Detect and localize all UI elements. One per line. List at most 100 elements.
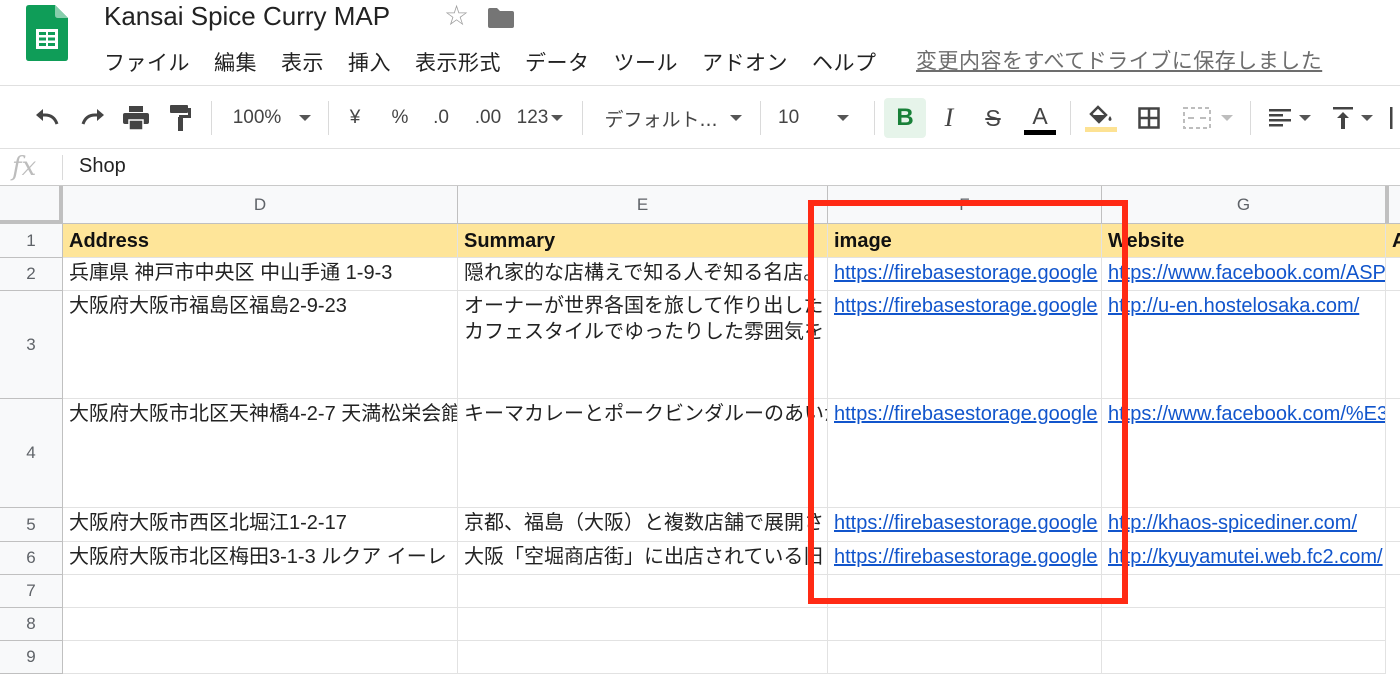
increase-decimal-label: .00 [474, 107, 502, 128]
text-color-swatch [1024, 130, 1056, 135]
website-link[interactable]: http://khaos-spicediner.com/ [1102, 508, 1386, 542]
image-url-link[interactable]: https://firebasestorage.google [828, 399, 1102, 508]
font-size-select[interactable]: 10 [778, 87, 864, 149]
empty-cell[interactable] [1386, 508, 1400, 542]
formula-input[interactable]: Shop [79, 155, 126, 178]
empty-cell[interactable] [458, 641, 828, 674]
menu-file[interactable]: ファイル [104, 47, 190, 77]
empty-cell[interactable] [1102, 608, 1386, 641]
website-link[interactable]: http://kyuyamutei.web.fc2.com/ [1102, 542, 1386, 575]
empty-cell[interactable] [63, 641, 458, 674]
zoom-select[interactable]: 100% [226, 87, 318, 149]
empty-cell[interactable] [63, 575, 458, 608]
header-cell-next[interactable]: A [1386, 224, 1400, 258]
empty-cell[interactable] [1102, 575, 1386, 608]
folder-icon[interactable] [488, 8, 514, 28]
header-cell-website[interactable]: Website [1102, 224, 1386, 258]
text-color-label: A [1032, 103, 1048, 129]
empty-cell[interactable] [828, 575, 1102, 608]
image-url-link[interactable]: https://firebasestorage.google [828, 542, 1102, 575]
menu-insert[interactable]: 挿入 [348, 47, 391, 77]
summary-cell[interactable]: オーナーが世界各国を旅して作り出した カフェスタイルでゆったりした雰囲気を [458, 291, 828, 399]
currency-format-button[interactable]: ¥ [342, 87, 368, 149]
row-header[interactable]: 3 [0, 291, 63, 399]
bold-button[interactable]: B [884, 98, 926, 138]
fill-color-button[interactable] [1082, 87, 1120, 149]
formula-bar: fx Shop [0, 149, 1400, 186]
empty-cell[interactable] [458, 575, 828, 608]
row-header[interactable]: 4 [0, 399, 63, 508]
number-format-select[interactable]: 123 [514, 87, 566, 149]
column-header-h[interactable] [1386, 186, 1400, 224]
vertical-align-icon[interactable] [1328, 87, 1378, 149]
address-cell[interactable]: 兵庫県 神戸市中央区 中山手通 1-9-3 [63, 258, 458, 291]
select-all-corner[interactable] [0, 186, 63, 224]
summary-cell[interactable]: 隠れ家的な店構えで知る人ぞ知る名店。 [458, 258, 828, 291]
empty-cell[interactable] [458, 608, 828, 641]
merge-cells-icon[interactable] [1178, 87, 1238, 149]
image-url-link[interactable]: https://firebasestorage.google [828, 508, 1102, 542]
font-size-value: 10 [778, 107, 800, 128]
menu-data[interactable]: データ [525, 47, 590, 77]
document-title[interactable]: Kansai Spice Curry MAP [104, 1, 390, 32]
header-cell-address[interactable]: Address [63, 224, 458, 258]
website-link[interactable]: http://u-en.hostelosaka.com/ [1102, 291, 1386, 399]
menu-bar: ファイル 編集 表示 挿入 表示形式 データ ツール アドオン ヘルプ [104, 47, 901, 77]
increase-decimal-button[interactable]: .00 [470, 87, 506, 149]
row-header[interactable]: 7 [0, 575, 63, 608]
redo-icon[interactable] [76, 87, 110, 149]
row-header[interactable]: 1 [0, 224, 63, 258]
header-cell-image[interactable]: image [828, 224, 1102, 258]
italic-button[interactable]: I [934, 87, 964, 149]
undo-icon[interactable] [30, 87, 64, 149]
column-header-f[interactable]: F [828, 186, 1102, 224]
star-icon[interactable]: ☆ [444, 2, 469, 30]
menu-addons[interactable]: アドオン [702, 47, 788, 77]
column-header-g[interactable]: G [1102, 186, 1386, 224]
print-icon[interactable] [120, 87, 152, 149]
empty-cell[interactable] [1386, 258, 1400, 291]
header-cell-summary[interactable]: Summary [458, 224, 828, 258]
menu-edit[interactable]: 編集 [214, 47, 257, 77]
row-header[interactable]: 9 [0, 641, 63, 674]
font-family-select[interactable]: デフォルト... [600, 87, 746, 149]
address-cell[interactable]: 大阪府大阪市西区北堀江1-2-17 [63, 508, 458, 542]
horizontal-align-icon[interactable] [1264, 87, 1316, 149]
empty-cell[interactable] [1386, 291, 1400, 399]
empty-cell[interactable] [63, 608, 458, 641]
menu-tools[interactable]: ツール [614, 47, 679, 77]
decrease-decimal-button[interactable]: .0 [426, 87, 456, 149]
strikethrough-button[interactable]: S [978, 87, 1008, 149]
address-cell[interactable]: 大阪府大阪市福島区福島2-9-23 [63, 291, 458, 399]
menu-view[interactable]: 表示 [281, 47, 324, 77]
address-cell[interactable]: 大阪府大阪市北区天神橋4-2-7 天満松栄会館 [63, 399, 458, 508]
menu-format[interactable]: 表示形式 [415, 47, 501, 77]
borders-icon[interactable] [1134, 87, 1164, 149]
website-link[interactable]: https://www.facebook.com/%E3 [1102, 399, 1386, 508]
row-header[interactable]: 5 [0, 508, 63, 542]
image-url-link[interactable]: https://firebasestorage.google [828, 258, 1102, 291]
column-header-e[interactable]: E [458, 186, 828, 224]
sheets-logo-icon[interactable] [26, 5, 68, 61]
text-wrap-icon[interactable] [1388, 87, 1400, 149]
column-header-d[interactable]: D [63, 186, 458, 224]
address-cell[interactable]: 大阪府大阪市北区梅田3-1-3 ルクア イーレ [63, 542, 458, 575]
image-url-link[interactable]: https://firebasestorage.google [828, 291, 1102, 399]
row-header[interactable]: 6 [0, 542, 63, 575]
row-header[interactable]: 2 [0, 258, 63, 291]
summary-cell[interactable]: 大阪「空堀商店街」に出店されている旧 [458, 542, 828, 575]
text-color-button[interactable]: A [1022, 87, 1058, 149]
empty-cell[interactable] [828, 608, 1102, 641]
summary-cell[interactable]: 京都、福島（大阪）と複数店舗で展開さ [458, 508, 828, 542]
empty-cell[interactable] [1386, 399, 1400, 508]
row-header[interactable]: 8 [0, 608, 63, 641]
menu-help[interactable]: ヘルプ [812, 47, 877, 77]
website-link[interactable]: https://www.facebook.com/ASP [1102, 258, 1386, 291]
percent-format-button[interactable]: % [386, 87, 414, 149]
save-status-link[interactable]: 変更内容をすべてドライブに保存しました [916, 45, 1322, 75]
empty-cell[interactable] [1102, 641, 1386, 674]
empty-cell[interactable] [828, 641, 1102, 674]
paint-format-icon[interactable] [166, 87, 196, 149]
empty-cell[interactable] [1386, 542, 1400, 575]
summary-cell[interactable]: キーマカレーとポークビンダルーのあいがけ [458, 399, 828, 508]
